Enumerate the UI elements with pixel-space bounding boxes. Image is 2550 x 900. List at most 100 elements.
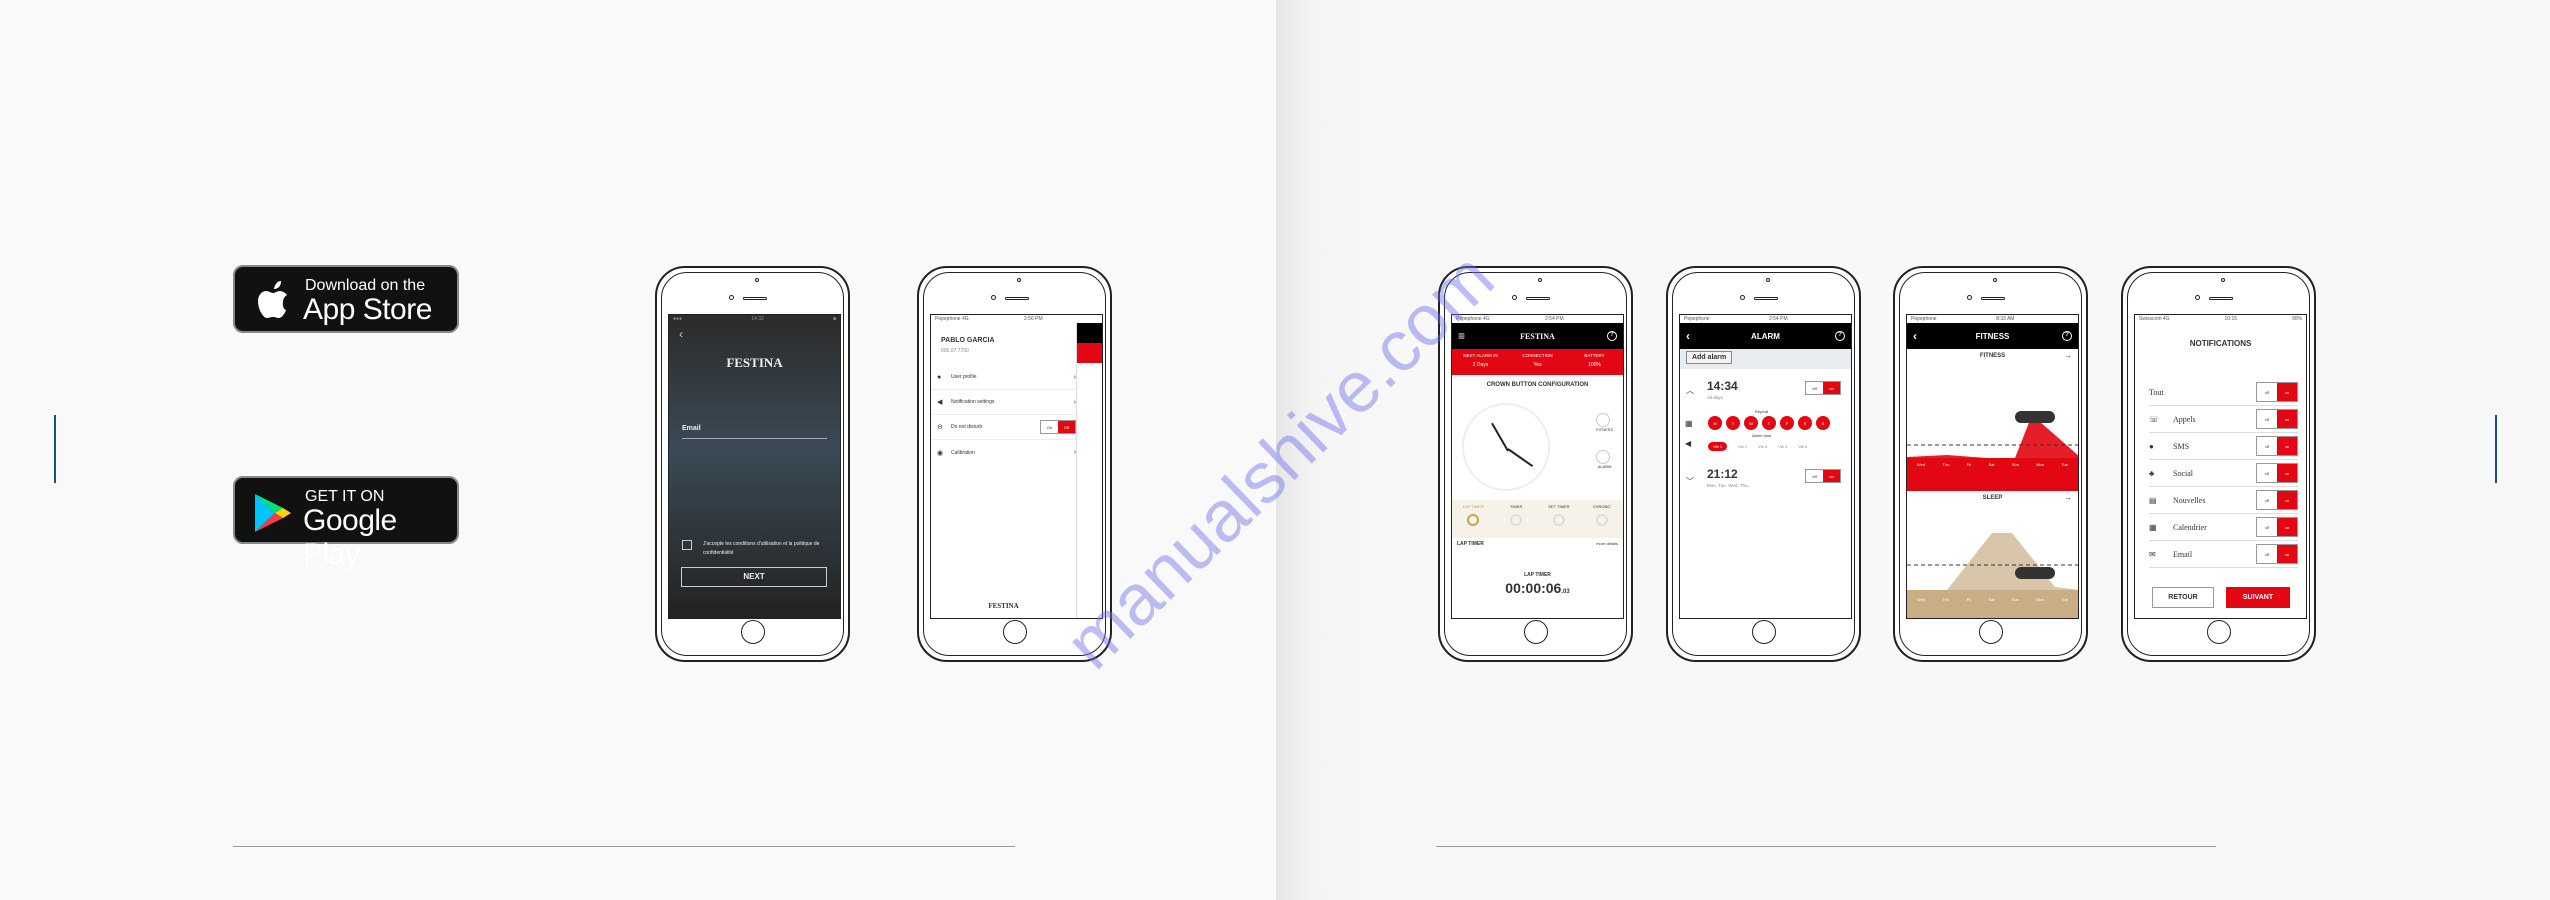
fitness-button[interactable] — [1596, 413, 1611, 427]
notification-label: Social — [2173, 468, 2193, 478]
back-button[interactable]: RETOUR — [2152, 587, 2214, 608]
tone-option[interactable]: Vib 1 — [1708, 442, 1728, 451]
alarm-toggle[interactable]: off on — [1805, 381, 1841, 395]
day-chip[interactable]: S — [1798, 416, 1812, 430]
timer-label: LAP TIMER — [1524, 572, 1551, 578]
toggle-off: off — [2264, 551, 2270, 557]
next-button[interactable]: NEXT — [681, 567, 827, 587]
toggle-on: on — [1823, 470, 1840, 482]
back-icon[interactable]: ‹ — [1686, 329, 1690, 343]
side-label: ALARM — [1597, 464, 1612, 469]
mode-lap-timer[interactable]: LAP TIMER — [1452, 504, 1495, 538]
notification-toggle[interactable]: off on — [2256, 490, 2298, 510]
stat-label: NEXT ALARM IN — [1463, 353, 1498, 358]
notification-label: Tout — [2149, 387, 2164, 397]
tone-option[interactable]: Vib 4 — [1778, 442, 1787, 451]
menu-item-label: User profile — [951, 374, 977, 380]
toggle-on: on — [2277, 464, 2297, 482]
hamburger-menu-icon[interactable]: ≡ — [1458, 329, 1465, 343]
day-chip[interactable]: M — [1708, 416, 1722, 430]
back-icon[interactable]: ‹ — [1913, 329, 1917, 343]
day-chip[interactable]: F — [1780, 416, 1794, 430]
day-label: Mon — [2036, 462, 2044, 467]
day-label: Fri — [1966, 597, 1972, 602]
help-icon[interactable]: ? — [2062, 331, 2072, 341]
tone-option[interactable]: Vib 2 — [1738, 442, 1747, 451]
section-title: CROWN BUTTON CONFIGURATION — [1486, 382, 1589, 388]
alarm-days: All days — [1707, 395, 1723, 400]
calendar-icon: ▦ — [2149, 522, 2157, 532]
expand-chevron-icon[interactable]: ﹀ — [1686, 476, 1694, 487]
login-screen: ●●● 14:32 ■ ‹ FESTINA Email J'accepte les … — [668, 314, 841, 619]
tone-label: Alarm tone — [1752, 433, 1772, 438]
toggle-on: on — [2277, 437, 2297, 455]
margin-marker — [2495, 415, 2497, 483]
add-alarm-button[interactable]: Add alarm — [1686, 351, 1733, 364]
user-name: PABLO GARCIA — [941, 337, 995, 344]
mode-timer[interactable]: TIMER — [1495, 504, 1538, 538]
stat-value: 100% — [1588, 362, 1601, 368]
menu-item-notification-settings[interactable]: ◀ Notification settings › — [931, 390, 1076, 415]
help-icon[interactable]: ? — [1835, 331, 1845, 341]
dnd-toggle[interactable]: On Off — [1040, 420, 1076, 434]
fitness-screen: Pepephone 8:33 AM ‹ FITNESS? FITNESS → SLE… — [1906, 314, 2079, 619]
notification-toggle[interactable]: off on — [2256, 382, 2298, 402]
home-button — [2207, 620, 2231, 644]
notification-toggle[interactable]: off on — [2256, 409, 2298, 429]
home-button — [1003, 620, 1027, 644]
alarm-button[interactable] — [1596, 450, 1611, 464]
chevron-right-icon: › — [1073, 449, 1076, 456]
menu-item-calibration[interactable]: ◉ Calibration › — [931, 440, 1076, 465]
notification-toggle[interactable]: off on — [2256, 436, 2298, 456]
terms-text[interactable]: J'accepte les conditions d'utilisation e… — [703, 540, 830, 558]
user-id: 005.07.7700 — [941, 348, 969, 354]
collapse-chevron-icon[interactable]: ︿ — [1686, 385, 1694, 396]
day-chip[interactable]: W — [1744, 416, 1758, 430]
email-input[interactable] — [682, 437, 827, 439]
tone-option[interactable]: Vib 5 — [1798, 442, 1807, 451]
phone-notifications: Swisscom 4G 10:15 90% NOTIFICATIONS Tout of… — [2121, 266, 2316, 662]
toggle-off: off — [2264, 416, 2270, 422]
terms-checkbox[interactable] — [682, 540, 692, 550]
toggle-on: on — [2277, 410, 2297, 428]
alarm-time: 21:12 — [1707, 467, 1738, 481]
notification-toggle[interactable]: off on — [2256, 463, 2298, 483]
mode-set-timer[interactable]: SET TIMER — [1538, 504, 1581, 538]
status-bar-red: NEXT ALARM IN 2 Days CONNECTION Yes BATTER… — [1452, 349, 1623, 375]
menu-item-label: Calibration — [951, 449, 975, 456]
main-view-peek[interactable] — [1076, 323, 1102, 618]
section-label: LAP TIMER — [1457, 541, 1484, 547]
next-button[interactable]: SUIVANT — [2226, 587, 2290, 608]
notification-toggle[interactable]: off on — [2256, 517, 2298, 537]
day-label: Sun — [2011, 597, 2019, 602]
day-chip[interactable]: T — [1726, 416, 1740, 430]
brand-logo: FESTINA — [726, 355, 783, 370]
arrow-right-icon[interactable]: → — [2064, 493, 2072, 502]
chat-icon: ● — [2149, 441, 2154, 451]
notifications-screen: Swisscom 4G 10:15 90% NOTIFICATIONS Tout of… — [2134, 314, 2307, 619]
home-button — [1979, 620, 2003, 644]
apple-icon — [258, 281, 287, 318]
watch-face[interactable] — [1462, 403, 1550, 491]
day-label: Thu — [1942, 462, 1950, 467]
app-store-badge[interactable]: Download on the App Store — [233, 265, 459, 333]
notification-label: Email — [2173, 549, 2193, 559]
notification-toggle[interactable]: off on — [2256, 544, 2298, 564]
day-chip[interactable]: T — [1762, 416, 1776, 430]
phone-alarm: Pepephone 2:54 PM ‹ ALARM? Add alarm ︿ 14:… — [1666, 266, 1861, 662]
alarm-toggle[interactable]: off on — [1805, 469, 1841, 483]
tone-option[interactable]: Vib 3 — [1758, 442, 1767, 451]
arrow-right-icon[interactable]: → — [2064, 351, 2072, 360]
toggle-on: On — [1046, 424, 1053, 430]
mode-chrono[interactable]: CHRONO — [1580, 504, 1623, 538]
help-icon[interactable]: ? — [1607, 331, 1617, 341]
notification-label: Calendrier — [2173, 522, 2207, 532]
notification-row: ● SMS off on — [2149, 433, 2298, 460]
day-label: Wed — [1917, 597, 1926, 602]
day-chip[interactable]: S — [1816, 416, 1830, 430]
more-details-link[interactable]: more details — [1596, 541, 1618, 547]
back-icon[interactable]: ‹ — [679, 327, 683, 341]
google-play-badge[interactable]: GET IT ON Google Play — [233, 476, 459, 571]
repeat-label: Repeat — [1755, 409, 1768, 414]
menu-item-user-profile[interactable]: ● User profile › — [931, 365, 1076, 390]
